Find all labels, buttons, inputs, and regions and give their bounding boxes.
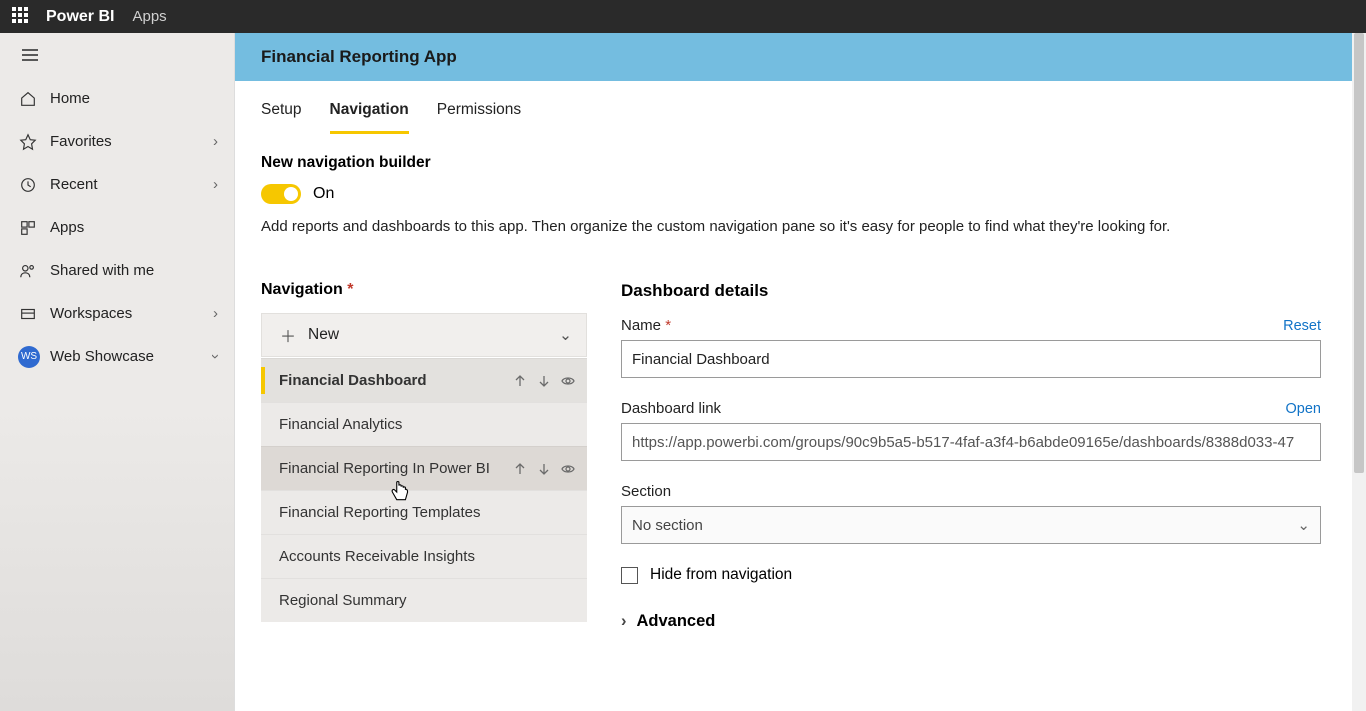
section-select[interactable]: No section ⌄: [621, 506, 1321, 544]
sidebar-item-current-workspace[interactable]: WS Web Showcase ›: [0, 335, 234, 378]
top-bar: Power BI Apps: [0, 0, 1366, 33]
plus-icon: ＋: [280, 323, 296, 347]
arrow-down-icon[interactable]: [537, 462, 551, 476]
nav-item-label: Accounts Receivable Insights: [279, 548, 475, 565]
section-value: No section: [632, 517, 703, 534]
nav-item-label: Regional Summary: [279, 592, 407, 609]
chevron-down-icon: ⌄: [1297, 516, 1310, 534]
nav-item[interactable]: Regional Summary: [261, 578, 587, 622]
sidebar-item-apps[interactable]: Apps: [0, 206, 234, 249]
sidebar-item-favorites[interactable]: Favorites ›: [0, 120, 234, 163]
navigation-heading: Navigation *: [261, 281, 587, 299]
clock-icon: [18, 176, 38, 194]
hamburger-button[interactable]: [0, 33, 234, 77]
sidebar-item-label: Home: [50, 90, 90, 107]
tab-bar: Setup Navigation Permissions: [235, 89, 1366, 134]
workspace-badge: WS: [18, 346, 40, 368]
sidebar-item-label: Workspaces: [50, 305, 132, 322]
chevron-right-icon: ›: [213, 133, 218, 150]
sidebar-item-shared[interactable]: Shared with me: [0, 249, 234, 292]
name-label: Name *: [621, 317, 671, 334]
arrow-up-icon[interactable]: [513, 462, 527, 476]
new-button-label: New: [308, 326, 339, 344]
eye-icon[interactable]: [561, 374, 575, 388]
main-panel: Financial Reporting App Setup Navigation…: [235, 33, 1366, 711]
nav-item-label: Financial Analytics: [279, 416, 402, 433]
details-heading: Dashboard details: [621, 281, 1321, 301]
hide-label: Hide from navigation: [650, 566, 792, 584]
nav-item[interactable]: Financial Analytics: [261, 402, 587, 446]
new-nav-item-button[interactable]: ＋ New ⌄: [261, 313, 587, 357]
reset-link[interactable]: Reset: [1283, 318, 1321, 334]
builder-title: New navigation builder: [261, 154, 1340, 172]
workspaces-icon: [18, 305, 38, 323]
sidebar-item-home[interactable]: Home: [0, 77, 234, 120]
chevron-right-icon: ›: [213, 305, 218, 322]
brand-label: Power BI: [46, 8, 114, 26]
tab-permissions[interactable]: Permissions: [437, 89, 521, 134]
nav-item[interactable]: Financial Reporting In Power BI: [261, 446, 587, 490]
apps-icon: [18, 219, 38, 237]
chevron-right-icon: ›: [213, 176, 218, 193]
nav-item-label: Financial Reporting In Power BI: [279, 460, 490, 477]
nav-item-label: Financial Dashboard: [279, 372, 427, 389]
chevron-down-icon: ⌄: [559, 326, 572, 345]
sidebar-item-label: Web Showcase: [50, 348, 154, 365]
arrow-up-icon[interactable]: [513, 374, 527, 388]
sidebar-item-label: Apps: [50, 219, 84, 236]
scrollbar-thumb[interactable]: [1354, 33, 1364, 473]
breadcrumb[interactable]: Apps: [132, 8, 166, 25]
builder-toggle-label: On: [313, 185, 334, 203]
home-icon: [18, 90, 38, 108]
sidebar: Home Favorites › Recent › Apps Shared wi…: [0, 33, 235, 711]
sidebar-item-label: Recent: [50, 176, 98, 193]
nav-item-label: Financial Reporting Templates: [279, 504, 481, 521]
name-input[interactable]: [621, 340, 1321, 378]
nav-item[interactable]: Financial Dashboard: [261, 358, 587, 402]
star-icon: [18, 133, 38, 151]
arrow-down-icon[interactable]: [537, 374, 551, 388]
advanced-label: Advanced: [637, 612, 716, 631]
open-link[interactable]: Open: [1286, 401, 1321, 417]
sidebar-item-workspaces[interactable]: Workspaces ›: [0, 292, 234, 335]
nav-item[interactable]: Accounts Receivable Insights: [261, 534, 587, 578]
navigation-list: Financial Dashboard Financial Analytics …: [261, 358, 587, 622]
sidebar-item-recent[interactable]: Recent ›: [0, 163, 234, 206]
shared-icon: [18, 262, 38, 280]
nav-item[interactable]: Financial Reporting Templates: [261, 490, 587, 534]
link-input[interactable]: [621, 423, 1321, 461]
hide-checkbox[interactable]: [621, 567, 638, 584]
tab-setup[interactable]: Setup: [261, 89, 302, 134]
chevron-down-icon: ›: [207, 354, 224, 359]
section-label: Section: [621, 483, 671, 500]
link-label: Dashboard link: [621, 400, 721, 417]
app-launcher-icon[interactable]: [12, 7, 32, 27]
sidebar-item-label: Favorites: [50, 133, 112, 150]
advanced-expander[interactable]: › Advanced: [621, 612, 1321, 631]
builder-description: Add reports and dashboards to this app. …: [261, 218, 1340, 235]
scrollbar[interactable]: [1352, 33, 1366, 711]
builder-toggle[interactable]: [261, 184, 301, 204]
sidebar-item-label: Shared with me: [50, 262, 154, 279]
tab-navigation[interactable]: Navigation: [330, 89, 409, 134]
chevron-right-icon: ›: [621, 612, 627, 631]
eye-icon[interactable]: [561, 462, 575, 476]
page-title: Financial Reporting App: [235, 33, 1366, 81]
